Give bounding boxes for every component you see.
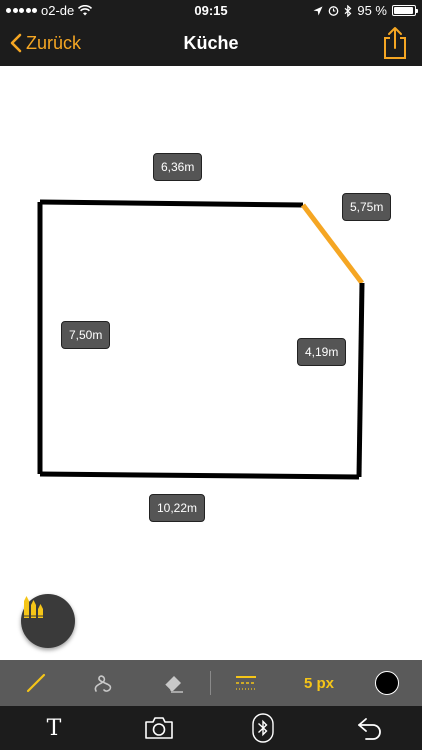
wall-bottom[interactable] bbox=[39, 471, 360, 480]
battery-percent: 95 % bbox=[357, 3, 387, 18]
line-style-tool[interactable] bbox=[228, 660, 264, 706]
freehand-icon bbox=[94, 675, 112, 692]
color-pencils-icon bbox=[24, 596, 43, 618]
share-button[interactable] bbox=[380, 26, 410, 60]
screen: o2-de 09:15 95 % Zurück Küche 6,36m 5,75… bbox=[0, 0, 422, 750]
bluetooth-tool[interactable] bbox=[246, 706, 280, 750]
tool-bar: 5 px bbox=[0, 660, 422, 706]
measure-label-left[interactable]: 7,50m bbox=[61, 321, 111, 349]
camera-tool[interactable] bbox=[140, 706, 178, 750]
stroke-size-label: 5 px bbox=[303, 674, 334, 692]
text-icon: T bbox=[46, 715, 62, 741]
undo-icon bbox=[358, 718, 381, 740]
eraser-tool[interactable] bbox=[156, 660, 192, 706]
battery-icon bbox=[392, 5, 418, 16]
stroke-size-button[interactable]: 5 px bbox=[292, 660, 346, 706]
measure-label-diagonal[interactable]: 5,75m bbox=[342, 193, 392, 221]
status-bar: o2-de 09:15 95 % bbox=[0, 0, 422, 20]
measure-label-top[interactable]: 6,36m bbox=[153, 153, 203, 181]
measure-label-right[interactable]: 4,19m bbox=[297, 338, 347, 366]
stroke-color-button[interactable] bbox=[370, 660, 404, 706]
floorplan-drawing[interactable] bbox=[0, 66, 422, 660]
measure-label-bottom[interactable]: 10,22m bbox=[149, 494, 206, 522]
bottom-bar: T bbox=[0, 706, 422, 750]
battery-fill bbox=[394, 7, 413, 14]
page-title: Küche bbox=[183, 33, 239, 53]
nav-bar: Zurück Küche bbox=[0, 20, 422, 66]
drawing-canvas[interactable]: 6,36m 5,75m 7,50m 4,19m 10,22m bbox=[0, 66, 422, 660]
line-tool[interactable] bbox=[18, 660, 54, 706]
location-icon bbox=[313, 6, 323, 15]
wall-right[interactable] bbox=[356, 282, 365, 478]
bluetooth-icon bbox=[252, 713, 274, 743]
bluetooth-icon bbox=[344, 4, 352, 17]
undo-tool[interactable] bbox=[352, 706, 388, 750]
status-right: 95 % bbox=[313, 3, 418, 18]
line-icon bbox=[26, 673, 46, 693]
alarm-icon bbox=[329, 6, 339, 16]
share-icon bbox=[384, 27, 406, 59]
camera-icon bbox=[145, 717, 173, 739]
wall-top[interactable] bbox=[39, 199, 304, 208]
toolbar-divider bbox=[210, 671, 211, 695]
freehand-tool[interactable] bbox=[86, 660, 122, 706]
palette-button[interactable] bbox=[21, 594, 75, 648]
stroke-color-swatch bbox=[375, 671, 399, 695]
text-tool[interactable]: T bbox=[36, 706, 72, 750]
eraser-icon bbox=[164, 676, 183, 693]
line-style-icon bbox=[236, 676, 256, 690]
